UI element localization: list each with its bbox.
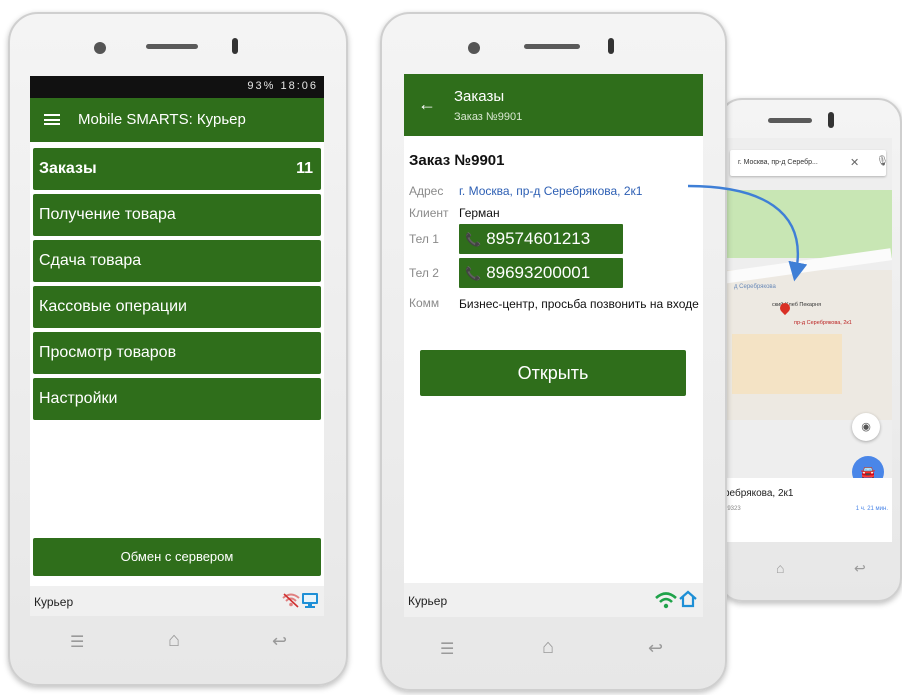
call-tel2-button[interactable]: 📞 89693200001 bbox=[459, 258, 623, 288]
back-nav-icon[interactable]: ↩ bbox=[648, 639, 663, 657]
proximity-sensor bbox=[828, 112, 834, 128]
phone2-screen: ← Заказы Заказ №9901 Заказ №9901 Адрес г… bbox=[404, 74, 703, 617]
user-role-label: Курьер bbox=[408, 594, 448, 608]
bottom-status-bar: Курьер bbox=[404, 583, 703, 617]
status-bar: 93% 18:06 bbox=[30, 76, 324, 98]
wifi-off-icon bbox=[282, 593, 300, 608]
hamburger-menu-icon[interactable] bbox=[44, 114, 60, 125]
menu-item-label: Сдача товара bbox=[39, 252, 142, 269]
home-icon[interactable]: ⌂ bbox=[776, 560, 784, 576]
back-arrow-icon[interactable]: ← bbox=[418, 94, 436, 115]
tel2-number: 89693200001 bbox=[486, 263, 591, 282]
recent-apps-icon[interactable]: ☰ bbox=[70, 635, 84, 651]
recent-apps-icon[interactable]: ☰ bbox=[440, 642, 454, 658]
phone-icon: 📞 bbox=[465, 232, 482, 247]
tel1-number: 89574601213 bbox=[486, 229, 591, 248]
menu-item-label: Получение товара bbox=[39, 206, 176, 223]
phone1-screen: 93% 18:06 Mobile SMARTS: Курьер Заказы 1… bbox=[30, 76, 324, 616]
call-tel1-button[interactable]: 📞 89574601213 bbox=[459, 224, 623, 254]
back-nav-icon[interactable]: ↩ bbox=[854, 560, 866, 576]
my-location-icon[interactable]: ◉ bbox=[852, 413, 880, 441]
orders-count-badge: 11 bbox=[296, 160, 313, 177]
user-role-label: Курьер bbox=[34, 595, 74, 609]
bottom-status-bar: Курьер bbox=[30, 586, 324, 616]
app-title: Mobile SMARTS: Курьер bbox=[78, 111, 246, 128]
monitor-icon bbox=[302, 593, 318, 608]
menu-item-settings[interactable]: Настройки bbox=[33, 378, 321, 420]
status-battery-time: 93% 18:06 bbox=[247, 80, 318, 92]
home-icon[interactable]: ⌂ bbox=[168, 630, 180, 650]
comment-value: Бизнес-центр, просьба позвонить на входе bbox=[459, 297, 699, 311]
wifi-icon bbox=[655, 592, 677, 609]
route-eta: 1 ч. 21 мин. bbox=[855, 506, 888, 512]
open-button[interactable]: Открыть bbox=[420, 350, 686, 396]
phone-order-details: ← Заказы Заказ №9901 Заказ №9901 Адрес г… bbox=[380, 12, 727, 691]
menu-item-cash-operations[interactable]: Кассовые операции bbox=[33, 286, 321, 328]
menu-item-receive-goods[interactable]: Получение товара bbox=[33, 194, 321, 236]
map-street-label: д Серебрякова bbox=[734, 284, 776, 290]
client-value: Герман bbox=[459, 206, 500, 220]
menu-item-label: Кассовые операции bbox=[39, 298, 187, 315]
screen-subtitle: Заказ №9901 bbox=[454, 111, 523, 123]
map-search-bar[interactable]: г. Москва, пр-д Серебр... ✕ 🎙 bbox=[730, 150, 889, 176]
screen-title: Заказы bbox=[454, 88, 505, 105]
address-link[interactable]: г. Москва, пр-д Серебрякова, 2к1 bbox=[459, 184, 642, 198]
front-camera bbox=[468, 42, 480, 54]
tel2-label: Тел 2 bbox=[409, 266, 439, 280]
earpiece-speaker bbox=[146, 44, 198, 49]
route-address: ребрякова, 2к1 bbox=[724, 488, 794, 499]
server-exchange-button[interactable]: Обмен с сервером bbox=[33, 538, 321, 576]
map-destination-label: пр-д Серебрякова, 2к1 bbox=[794, 320, 852, 326]
address-label: Адрес bbox=[409, 184, 444, 198]
front-camera bbox=[94, 42, 106, 54]
proximity-sensor bbox=[232, 38, 238, 54]
phone-courier-menu: 93% 18:06 Mobile SMARTS: Курьер Заказы 1… bbox=[8, 12, 348, 686]
home-icon bbox=[679, 590, 697, 608]
map-park-area bbox=[722, 190, 892, 258]
map-search-query: г. Москва, пр-д Серебр... bbox=[738, 159, 818, 166]
earpiece-speaker bbox=[524, 44, 580, 49]
app-bar: ← Заказы Заказ №9901 bbox=[404, 74, 703, 136]
app-bar: Mobile SMARTS: Курьер bbox=[30, 98, 324, 142]
comment-label: Комм bbox=[409, 296, 440, 310]
client-label: Клиент bbox=[409, 206, 449, 220]
earpiece-speaker bbox=[768, 118, 812, 123]
microphone-icon[interactable]: 🎙 bbox=[876, 156, 889, 167]
proximity-sensor bbox=[608, 38, 614, 54]
menu-item-orders[interactable]: Заказы 11 bbox=[33, 148, 321, 190]
home-icon[interactable]: ⌂ bbox=[542, 637, 554, 657]
phone-map: г. Москва, пр-д Серебр... ✕ 🎙 д Серебряк… bbox=[718, 98, 902, 602]
clear-search-icon[interactable]: ✕ bbox=[850, 156, 859, 169]
back-nav-icon[interactable]: ↩ bbox=[272, 632, 287, 650]
route-info-card[interactable]: ребрякова, 2к1 29323 1 ч. 21 мин. bbox=[722, 478, 892, 542]
menu-item-label: Просмотр товаров bbox=[39, 344, 177, 361]
menu-item-label: Настройки bbox=[39, 390, 118, 407]
menu-item-view-goods[interactable]: Просмотр товаров bbox=[33, 332, 321, 374]
phone-icon: 📞 bbox=[465, 266, 482, 281]
tel1-label: Тел 1 bbox=[409, 232, 439, 246]
menu-item-label: Заказы bbox=[39, 160, 97, 177]
order-title: Заказ №9901 bbox=[409, 152, 505, 169]
menu-item-deliver-goods[interactable]: Сдача товара bbox=[33, 240, 321, 282]
map-building-block bbox=[732, 334, 842, 394]
map-screen: г. Москва, пр-д Серебр... ✕ 🎙 д Серебряк… bbox=[722, 138, 892, 542]
